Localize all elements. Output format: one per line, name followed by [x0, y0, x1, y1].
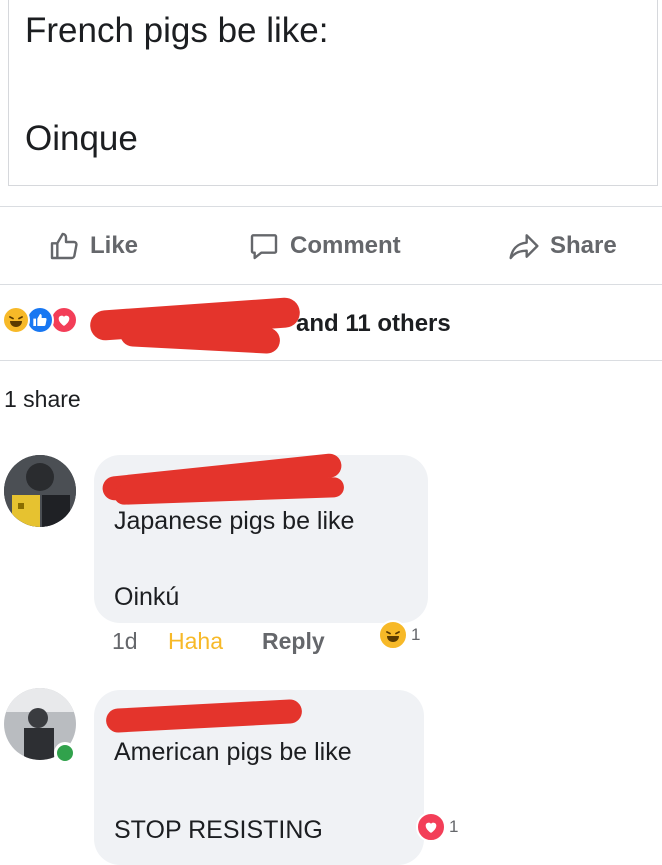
- comment-bubble: Japanese pigs be like Oinkú: [94, 452, 428, 623]
- avatar[interactable]: [4, 455, 76, 527]
- comment-text: American pigs be like: [114, 738, 352, 766]
- comment-timestamp[interactable]: 1d: [112, 628, 138, 655]
- redaction-mark: [105, 698, 303, 734]
- divider: [0, 206, 662, 207]
- divider: [0, 284, 662, 285]
- like-label: Like: [90, 232, 139, 259]
- like-button[interactable]: Like: [48, 228, 138, 264]
- reaction-count: 1: [449, 817, 459, 836]
- divider: [0, 360, 662, 361]
- comment-text: STOP RESISTING: [114, 816, 323, 844]
- share-arrow-icon: [509, 234, 539, 260]
- comment-text: Oinkú: [114, 583, 180, 611]
- thumbs-up-icon: [50, 232, 78, 260]
- post-text-line: Oinque: [25, 119, 138, 158]
- comment-text: Japanese pigs be like: [114, 507, 355, 535]
- comment-button[interactable]: Comment: [248, 228, 401, 264]
- haha-reaction-icon: [2, 306, 30, 334]
- share-count[interactable]: 1 share: [4, 386, 81, 413]
- haha-reaction-link[interactable]: Haha: [168, 628, 223, 655]
- comment-bubble: American pigs be like STOP RESISTING: [94, 690, 424, 865]
- comment-icon: [250, 234, 278, 260]
- post-text-box: French pigs be like: Oinque: [8, 0, 658, 186]
- comment-reaction-badge[interactable]: 1: [416, 812, 458, 842]
- reactors-text: and 11 others: [296, 310, 451, 337]
- love-reaction-icon: [416, 812, 446, 842]
- love-reaction-icon: [50, 306, 78, 334]
- post-text-line: French pigs be like:: [25, 11, 329, 50]
- reply-link[interactable]: Reply: [262, 628, 325, 655]
- share-label: Share: [550, 232, 617, 259]
- share-button[interactable]: Share: [508, 228, 617, 264]
- reactions-summary[interactable]: and 11 others: [0, 296, 662, 355]
- like-reaction-icon: [26, 306, 54, 334]
- online-status-dot: [54, 742, 76, 764]
- haha-reaction-icon: [378, 620, 408, 650]
- comment-reaction-badge[interactable]: 1: [378, 620, 420, 650]
- reaction-count: 1: [411, 625, 421, 644]
- comment-label: Comment: [290, 232, 401, 259]
